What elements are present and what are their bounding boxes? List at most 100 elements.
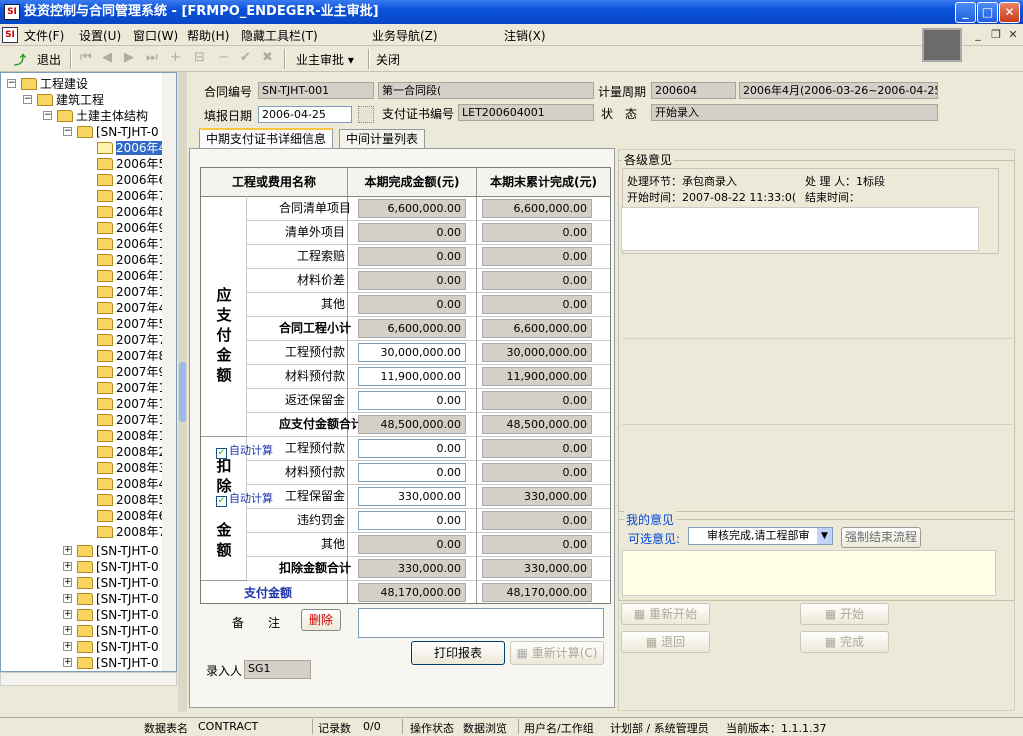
- remark-input[interactable]: [358, 608, 604, 638]
- project-tree[interactable]: − 工程建设 − 建筑工程 − 土建主体结构 − [SN-TJHT-0 2006…: [0, 72, 177, 672]
- tree-node-level1[interactable]: 建筑工程: [37, 92, 104, 108]
- auto-calc-checkbox-2[interactable]: ✓ 自动计算: [216, 490, 273, 507]
- maximize-button[interactable]: □: [977, 2, 998, 23]
- current-amount-cell[interactable]: 330,000.00: [358, 487, 466, 506]
- menu-help[interactable]: 帮助(H): [187, 27, 229, 44]
- tree-node-month[interactable]: 2008年6: [97, 508, 166, 524]
- force-end-button[interactable]: 强制结束流程: [841, 527, 921, 548]
- tree-node-month[interactable]: 2008年5: [97, 492, 166, 508]
- tree-node-month[interactable]: 2006年8: [97, 204, 166, 220]
- mdi-close-icon[interactable]: ✕: [1005, 28, 1021, 42]
- tree-scrollbar[interactable]: [162, 73, 176, 671]
- current-amount-cell[interactable]: 0.00: [358, 391, 466, 410]
- exit-button[interactable]: 退出: [37, 51, 61, 68]
- tree-node-month[interactable]: 2008年2: [97, 444, 166, 460]
- tree-node-month[interactable]: 2007年9: [97, 364, 166, 380]
- expand-icon[interactable]: +: [63, 658, 72, 667]
- tree-node-contract[interactable]: [SN-TJHT-0: [77, 543, 159, 559]
- tree-node-contract[interactable]: [SN-TJHT-0: [77, 623, 159, 639]
- expand-icon[interactable]: +: [63, 642, 72, 651]
- menu-settings[interactable]: 设置(U): [79, 27, 121, 44]
- folder-icon: [97, 142, 113, 154]
- tree-node-month[interactable]: 2006年5: [97, 156, 166, 172]
- calendar-icon[interactable]: [358, 106, 374, 123]
- mdi-restore-icon[interactable]: ❐: [988, 28, 1004, 42]
- mdi-minimize-icon[interactable]: _: [970, 28, 986, 42]
- title-bar: SI 投资控制与合同管理系统 - [FRMPO_ENDEGER-业主审批] _ …: [0, 0, 1023, 24]
- current-amount-cell[interactable]: 30,000,000.00: [358, 343, 466, 362]
- menu-logout[interactable]: 注销(X): [504, 27, 546, 44]
- tree-node-month[interactable]: 2007年5: [97, 316, 166, 332]
- tree-node-level2[interactable]: 土建主体结构: [57, 108, 148, 124]
- menu-nav[interactable]: 业务导航(Z): [372, 27, 438, 44]
- tree-node-month[interactable]: 2007年1: [97, 396, 166, 412]
- folder-icon: [97, 270, 113, 282]
- expand-icon[interactable]: +: [63, 562, 72, 571]
- tree-node-month[interactable]: 2006年1: [97, 252, 166, 268]
- tree-node-month[interactable]: 2008年3: [97, 460, 166, 476]
- tab-list[interactable]: 中间计量列表: [339, 129, 426, 148]
- tree-node-month[interactable]: 2006年1: [97, 236, 166, 252]
- current-amount-cell[interactable]: 0.00: [358, 511, 466, 530]
- expand-icon[interactable]: +: [63, 610, 72, 619]
- current-amount-cell[interactable]: 0.00: [358, 463, 466, 482]
- current-amount-cell[interactable]: 0.00: [358, 439, 466, 458]
- tree-node-contract[interactable]: [SN-TJHT-0: [77, 575, 159, 591]
- app-icon: SI: [4, 4, 20, 20]
- folder-icon: [57, 110, 73, 122]
- auto-calc-checkbox-1[interactable]: ✓ 自动计算: [216, 442, 273, 459]
- tree-node-contract[interactable]: [SN-TJHT-0: [77, 639, 159, 655]
- entry-user-field: SG1: [244, 660, 311, 679]
- tree-node-month[interactable]: 2006年4: [97, 140, 167, 156]
- tree-node-month[interactable]: 2006年1: [97, 268, 166, 284]
- section-field: 第一合同段(: [378, 82, 594, 99]
- tree-node-month[interactable]: 2007年7: [97, 332, 166, 348]
- menu-window[interactable]: 窗口(W): [133, 27, 178, 44]
- tree-node-month[interactable]: 2007年4: [97, 300, 166, 316]
- folder-icon: [77, 545, 93, 557]
- tree-node-month[interactable]: 2007年8: [97, 348, 166, 364]
- mdi-icon[interactable]: SI: [2, 27, 18, 43]
- tree-node-contract[interactable]: [SN-TJHT-0: [77, 559, 159, 575]
- tree-node-month[interactable]: 2006年6: [97, 172, 166, 188]
- menu-hide-toolbar[interactable]: 隐藏工具栏(T): [241, 27, 318, 44]
- expand-icon[interactable]: +: [63, 578, 72, 587]
- tree-node-month[interactable]: 2008年4: [97, 476, 166, 492]
- delete-remark-button[interactable]: 删除: [301, 609, 341, 631]
- print-report-button[interactable]: 打印报表: [411, 641, 505, 665]
- folder-icon: [97, 174, 113, 186]
- tree-node-contract[interactable]: [SN-TJHT-0: [77, 607, 159, 623]
- expand-icon[interactable]: +: [63, 546, 72, 555]
- fill-date-field[interactable]: 2006-04-25: [258, 106, 352, 123]
- current-amount-cell[interactable]: 11,900,000.00: [358, 367, 466, 386]
- tree-node-month[interactable]: 2008年1: [97, 428, 166, 444]
- tree-node-contract[interactable]: [SN-TJHT-0: [77, 591, 159, 607]
- tree-node-root[interactable]: 工程建设: [21, 76, 88, 92]
- expand-icon[interactable]: +: [63, 626, 72, 635]
- close-window-button[interactable]: ✕: [999, 2, 1020, 23]
- tree-node-month[interactable]: 2008年7: [97, 524, 166, 540]
- opinion-text: [621, 207, 979, 251]
- tab-detail[interactable]: 中期支付证书详细信息: [199, 128, 334, 149]
- tree-node-month[interactable]: 2007年1: [97, 284, 166, 300]
- tree-node-month[interactable]: 2007年1: [97, 412, 166, 428]
- current-amount-cell: 0.00: [358, 271, 466, 290]
- optional-opinion-select[interactable]: 审核完成,请工程部审 ▼: [688, 527, 833, 545]
- menu-file[interactable]: 文件(F): [24, 27, 64, 44]
- exit-icon: ⤴: [14, 53, 27, 67]
- folder-icon: [97, 494, 113, 506]
- tree-node-month[interactable]: 2006年9: [97, 220, 166, 236]
- folder-icon: [97, 206, 113, 218]
- close-button[interactable]: 关闭: [376, 51, 400, 68]
- chevron-down-icon: ▾: [347, 53, 354, 67]
- tree-node-level3[interactable]: [SN-TJHT-0: [77, 124, 159, 140]
- approve-button[interactable]: 业主审批 ▾: [296, 51, 354, 68]
- expand-icon[interactable]: +: [63, 594, 72, 603]
- tree-hscrollbar[interactable]: [0, 672, 177, 686]
- tree-node-contract[interactable]: [SN-TJHT-0: [77, 655, 159, 671]
- minimize-button[interactable]: _: [955, 2, 976, 23]
- tree-node-month[interactable]: 2007年1: [97, 380, 166, 396]
- tree-node-month[interactable]: 2006年7: [97, 188, 166, 204]
- my-opinion-input[interactable]: [622, 550, 996, 596]
- splitter[interactable]: [178, 72, 187, 712]
